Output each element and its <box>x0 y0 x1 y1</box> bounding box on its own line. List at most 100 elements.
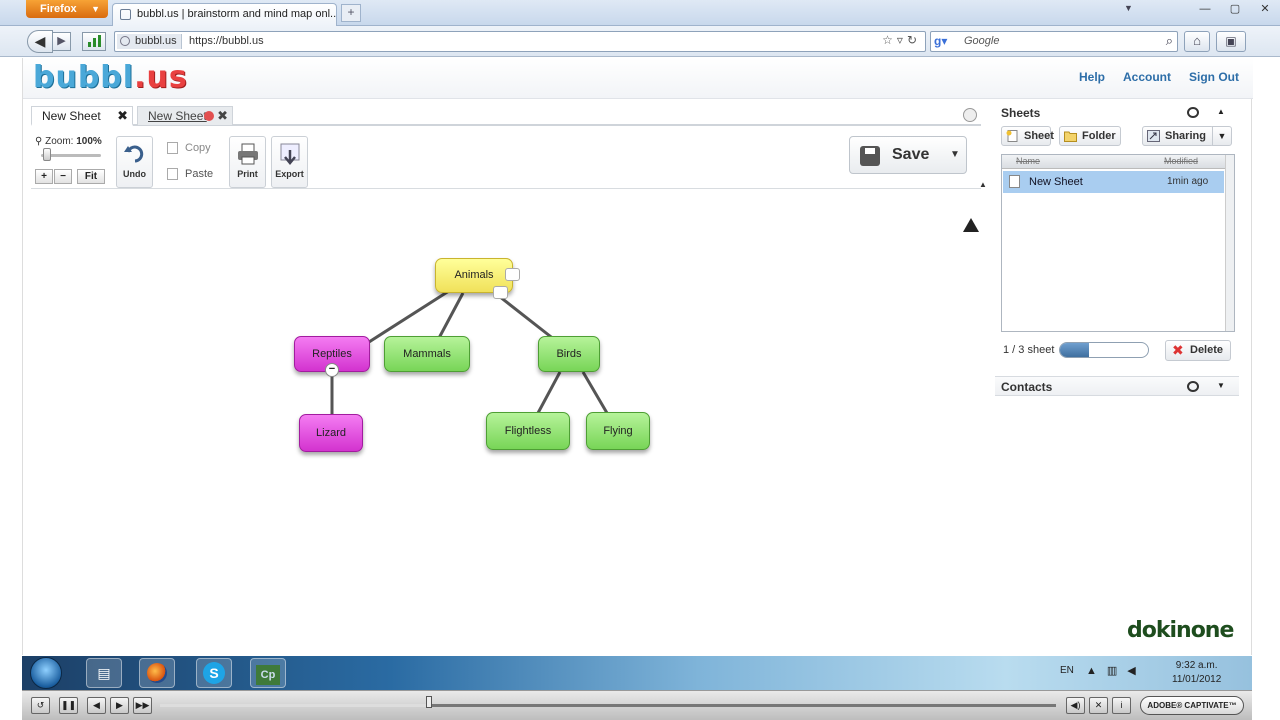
zoom-out-button[interactable]: − <box>54 169 72 184</box>
rewind-icon[interactable]: ↺ <box>31 697 50 714</box>
close-icon[interactable]: ✖ <box>117 107 128 125</box>
close-icon[interactable]: ✕ <box>1089 697 1108 714</box>
refresh-icon[interactable] <box>1187 107 1199 118</box>
previous-icon[interactable]: ◀ <box>87 697 106 714</box>
captivate-icon: Cp <box>256 665 280 685</box>
sharing-button[interactable]: Sharing <box>1142 126 1214 146</box>
start-button[interactable] <box>30 657 62 689</box>
sheet-tab-active[interactable]: New Sheet ✖ <box>31 106 133 126</box>
sheet-tab[interactable]: New Sheet ✖ <box>137 106 233 126</box>
sign-out-link[interactable]: Sign Out <box>1189 70 1239 84</box>
taskbar-firefox[interactable] <box>139 658 175 688</box>
node-lizard[interactable]: Lizard <box>299 414 363 452</box>
taskbar-clock[interactable]: 9:32 a.m. 11/01/2012 <box>1172 659 1221 687</box>
account-link[interactable]: Account <box>1123 70 1171 84</box>
collapse-toolbar-icon[interactable]: ▲ <box>979 180 987 189</box>
top-links: Help Account Sign Out <box>1079 70 1239 84</box>
window-controls: — ▢ ✕ <box>1190 0 1280 18</box>
pause-icon[interactable]: ❚❚ <box>59 697 78 714</box>
search-bar[interactable]: g▾ Google ⌕ <box>930 31 1178 52</box>
seek-bar[interactable] <box>160 704 1056 707</box>
home-button[interactable]: ⌂ <box>1184 31 1210 52</box>
new-sheet-button[interactable]: Sheet <box>1001 126 1054 146</box>
tab-list-icon[interactable]: ▼ <box>1124 3 1133 13</box>
windows-taskbar: ▤ S Cp EN ▲▥◀ 9:32 a.m. 11/01/2012 <box>22 656 1252 690</box>
fast-forward-icon[interactable]: ▶▶ <box>133 697 152 714</box>
sheet-list-header: Name Modified <box>1002 155 1234 169</box>
firefox-menu-button[interactable]: Firefox ▼ <box>26 0 108 18</box>
add-child-icon[interactable] <box>493 286 508 299</box>
skype-icon: S <box>203 662 225 684</box>
language-indicator[interactable]: EN <box>1060 665 1074 676</box>
delete-button[interactable]: ✖ Delete <box>1165 340 1231 361</box>
copy-button[interactable]: Copy <box>159 138 219 158</box>
collapse-panel-icon[interactable]: ▲ <box>1217 107 1225 116</box>
captivate-badge[interactable]: ADOBE® CAPTIVATE™ <box>1140 696 1244 715</box>
volume-icon[interactable]: ◀ <box>1127 665 1145 677</box>
minimize-icon[interactable]: — <box>1190 0 1220 18</box>
taskbar-explorer[interactable]: ▤ <box>86 658 122 688</box>
next-icon[interactable]: ▶ <box>110 697 129 714</box>
collapse-branch-icon[interactable]: − <box>325 363 339 377</box>
search-input[interactable]: Google <box>964 35 999 47</box>
google-engine-icon[interactable]: g▾ <box>934 34 950 49</box>
close-icon[interactable]: ✖ <box>217 107 228 125</box>
mind-map-canvas[interactable]: Animals Reptiles − Mammals Birds Lizard … <box>23 198 993 655</box>
network-icon[interactable]: ▥ <box>1107 665 1127 677</box>
zoom-slider-thumb[interactable] <box>43 148 51 161</box>
close-window-icon[interactable]: ✕ <box>1250 0 1280 18</box>
favicon-icon <box>120 9 131 20</box>
zoom-fit-button[interactable]: Fit <box>77 169 105 184</box>
url-text[interactable]: https://bubbl.us <box>189 35 264 47</box>
column-name[interactable]: Name <box>1016 156 1040 166</box>
copy-icon <box>167 142 178 154</box>
zoom-in-button[interactable]: + <box>35 169 53 184</box>
back-button[interactable]: ◀ <box>27 30 53 53</box>
taskbar-skype[interactable]: S <box>196 658 232 688</box>
paste-button[interactable]: Paste <box>159 164 219 184</box>
chevron-down-icon[interactable]: ▼ <box>1212 126 1232 146</box>
reload-icon[interactable]: ↻ <box>907 33 921 47</box>
show-hidden-icons-icon[interactable]: ▲ <box>1086 665 1107 677</box>
add-sibling-icon[interactable] <box>505 268 520 281</box>
chevron-down-icon[interactable]: ▼ <box>1217 381 1225 390</box>
contacts-panel-header[interactable]: Contacts ▼ <box>995 376 1239 396</box>
toolbar-divider <box>31 188 981 189</box>
new-tab-button[interactable]: + <box>341 4 361 22</box>
zoom-prefix: Zoom: <box>45 136 74 147</box>
delete-label: Delete <box>1190 344 1224 356</box>
help-link[interactable]: Help <box>1079 70 1105 84</box>
column-modified[interactable]: Modified <box>1164 156 1198 166</box>
node-mammals[interactable]: Mammals <box>384 336 470 372</box>
sheet-list-row[interactable]: New Sheet 1min ago <box>1003 171 1224 193</box>
sheet-list: Name Modified New Sheet 1min ago <box>1001 154 1235 332</box>
seek-thumb[interactable] <box>425 696 432 708</box>
address-bar[interactable]: bubbl.us https://bubbl.us ☆▿↻ <box>114 31 926 52</box>
addon-button[interactable]: ▣ <box>1216 31 1246 52</box>
node-flightless[interactable]: Flightless <box>486 412 570 450</box>
bubblus-logo[interactable]: bubbl.us <box>33 60 188 96</box>
forward-button[interactable]: ▶ <box>53 32 71 51</box>
node-flying[interactable]: Flying <box>586 412 650 450</box>
fullscreen-icon[interactable] <box>963 108 977 122</box>
export-button[interactable]: Export <box>271 136 308 188</box>
volume-icon[interactable]: ◀) <box>1066 697 1085 714</box>
new-folder-button[interactable]: Folder <box>1059 126 1121 146</box>
refresh-icon[interactable] <box>1187 381 1199 392</box>
sheet-list-scrollbar[interactable] <box>1225 155 1234 331</box>
history-dropdown-icon[interactable]: ▿ <box>897 33 907 47</box>
maximize-icon[interactable]: ▢ <box>1220 0 1250 18</box>
undo-button[interactable]: Undo <box>116 136 153 188</box>
search-icon[interactable]: ⌕ <box>1166 33 1173 49</box>
bookmark-star-icon[interactable]: ☆ <box>882 33 897 47</box>
chevron-down-icon[interactable]: ▼ <box>946 145 964 165</box>
browser-tab[interactable]: bubbl.us | brainstorm and mind map onl..… <box>112 3 337 26</box>
bar-chart-icon[interactable] <box>82 32 106 51</box>
print-button[interactable]: Print <box>229 136 266 188</box>
taskbar-captivate[interactable]: Cp <box>250 658 286 688</box>
site-identity-button[interactable]: bubbl.us <box>117 34 182 49</box>
info-icon[interactable]: i <box>1112 697 1131 714</box>
node-birds[interactable]: Birds <box>538 336 600 372</box>
sharing-label: Sharing <box>1165 130 1206 142</box>
save-button[interactable]: Save ▼ <box>849 136 967 174</box>
